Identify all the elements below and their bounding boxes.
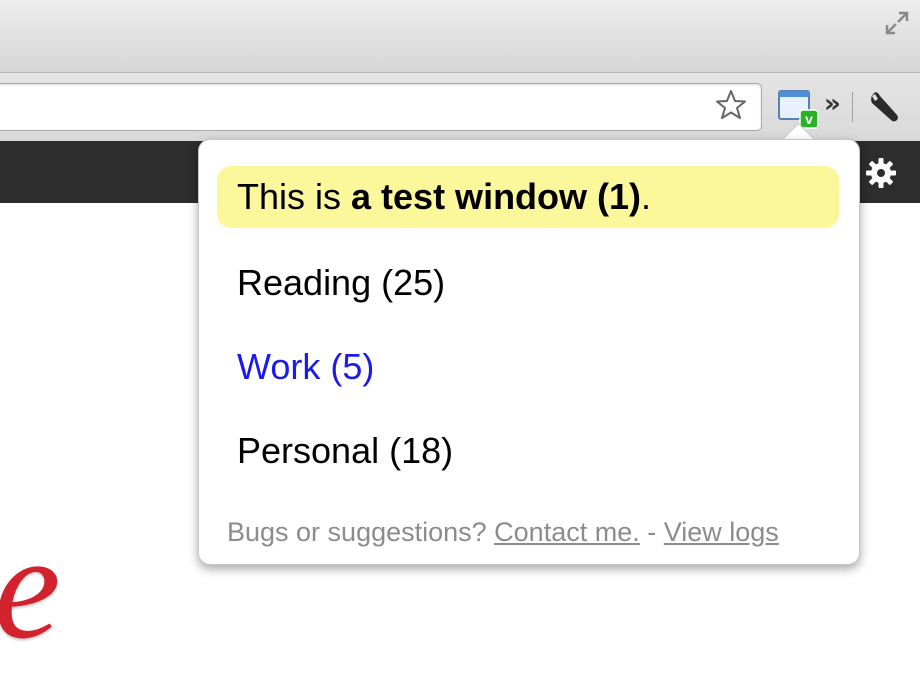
current-window-item[interactable]: This is a test window (1). — [217, 166, 839, 228]
current-window-prefix: This is — [237, 176, 352, 217]
popup-footer: Bugs or suggestions? Contact me. - View … — [227, 512, 779, 552]
window-switcher-popup: This is a test window (1). Reading (25) … — [198, 139, 860, 565]
footer-separator: - — [639, 517, 664, 547]
window-item-personal[interactable]: Personal (18) — [217, 420, 839, 482]
window-item-reading[interactable]: Reading (25) — [217, 252, 839, 314]
overflow-chevron-button[interactable]: » — [824, 89, 841, 119]
extension-badge: v — [805, 111, 813, 127]
footer-question: Bugs or suggestions? — [227, 517, 495, 547]
gear-icon[interactable] — [864, 156, 898, 190]
wrench-icon[interactable] — [866, 88, 902, 124]
page-logo-fragment: e — [0, 504, 61, 670]
current-window-name: a test window (1) — [351, 176, 642, 217]
star-icon[interactable] — [714, 88, 748, 122]
address-bar[interactable] — [0, 83, 762, 131]
window-item-work[interactable]: Work (5) — [217, 336, 839, 398]
popup-pointer-cover — [780, 140, 816, 154]
current-window-suffix: . — [641, 176, 652, 217]
fullscreen-icon[interactable] — [884, 10, 910, 36]
contact-link[interactable]: Contact me. — [494, 517, 640, 547]
browser-title-bar — [0, 0, 920, 73]
view-logs-link[interactable]: View logs — [664, 517, 779, 547]
toolbar-divider — [852, 92, 853, 122]
